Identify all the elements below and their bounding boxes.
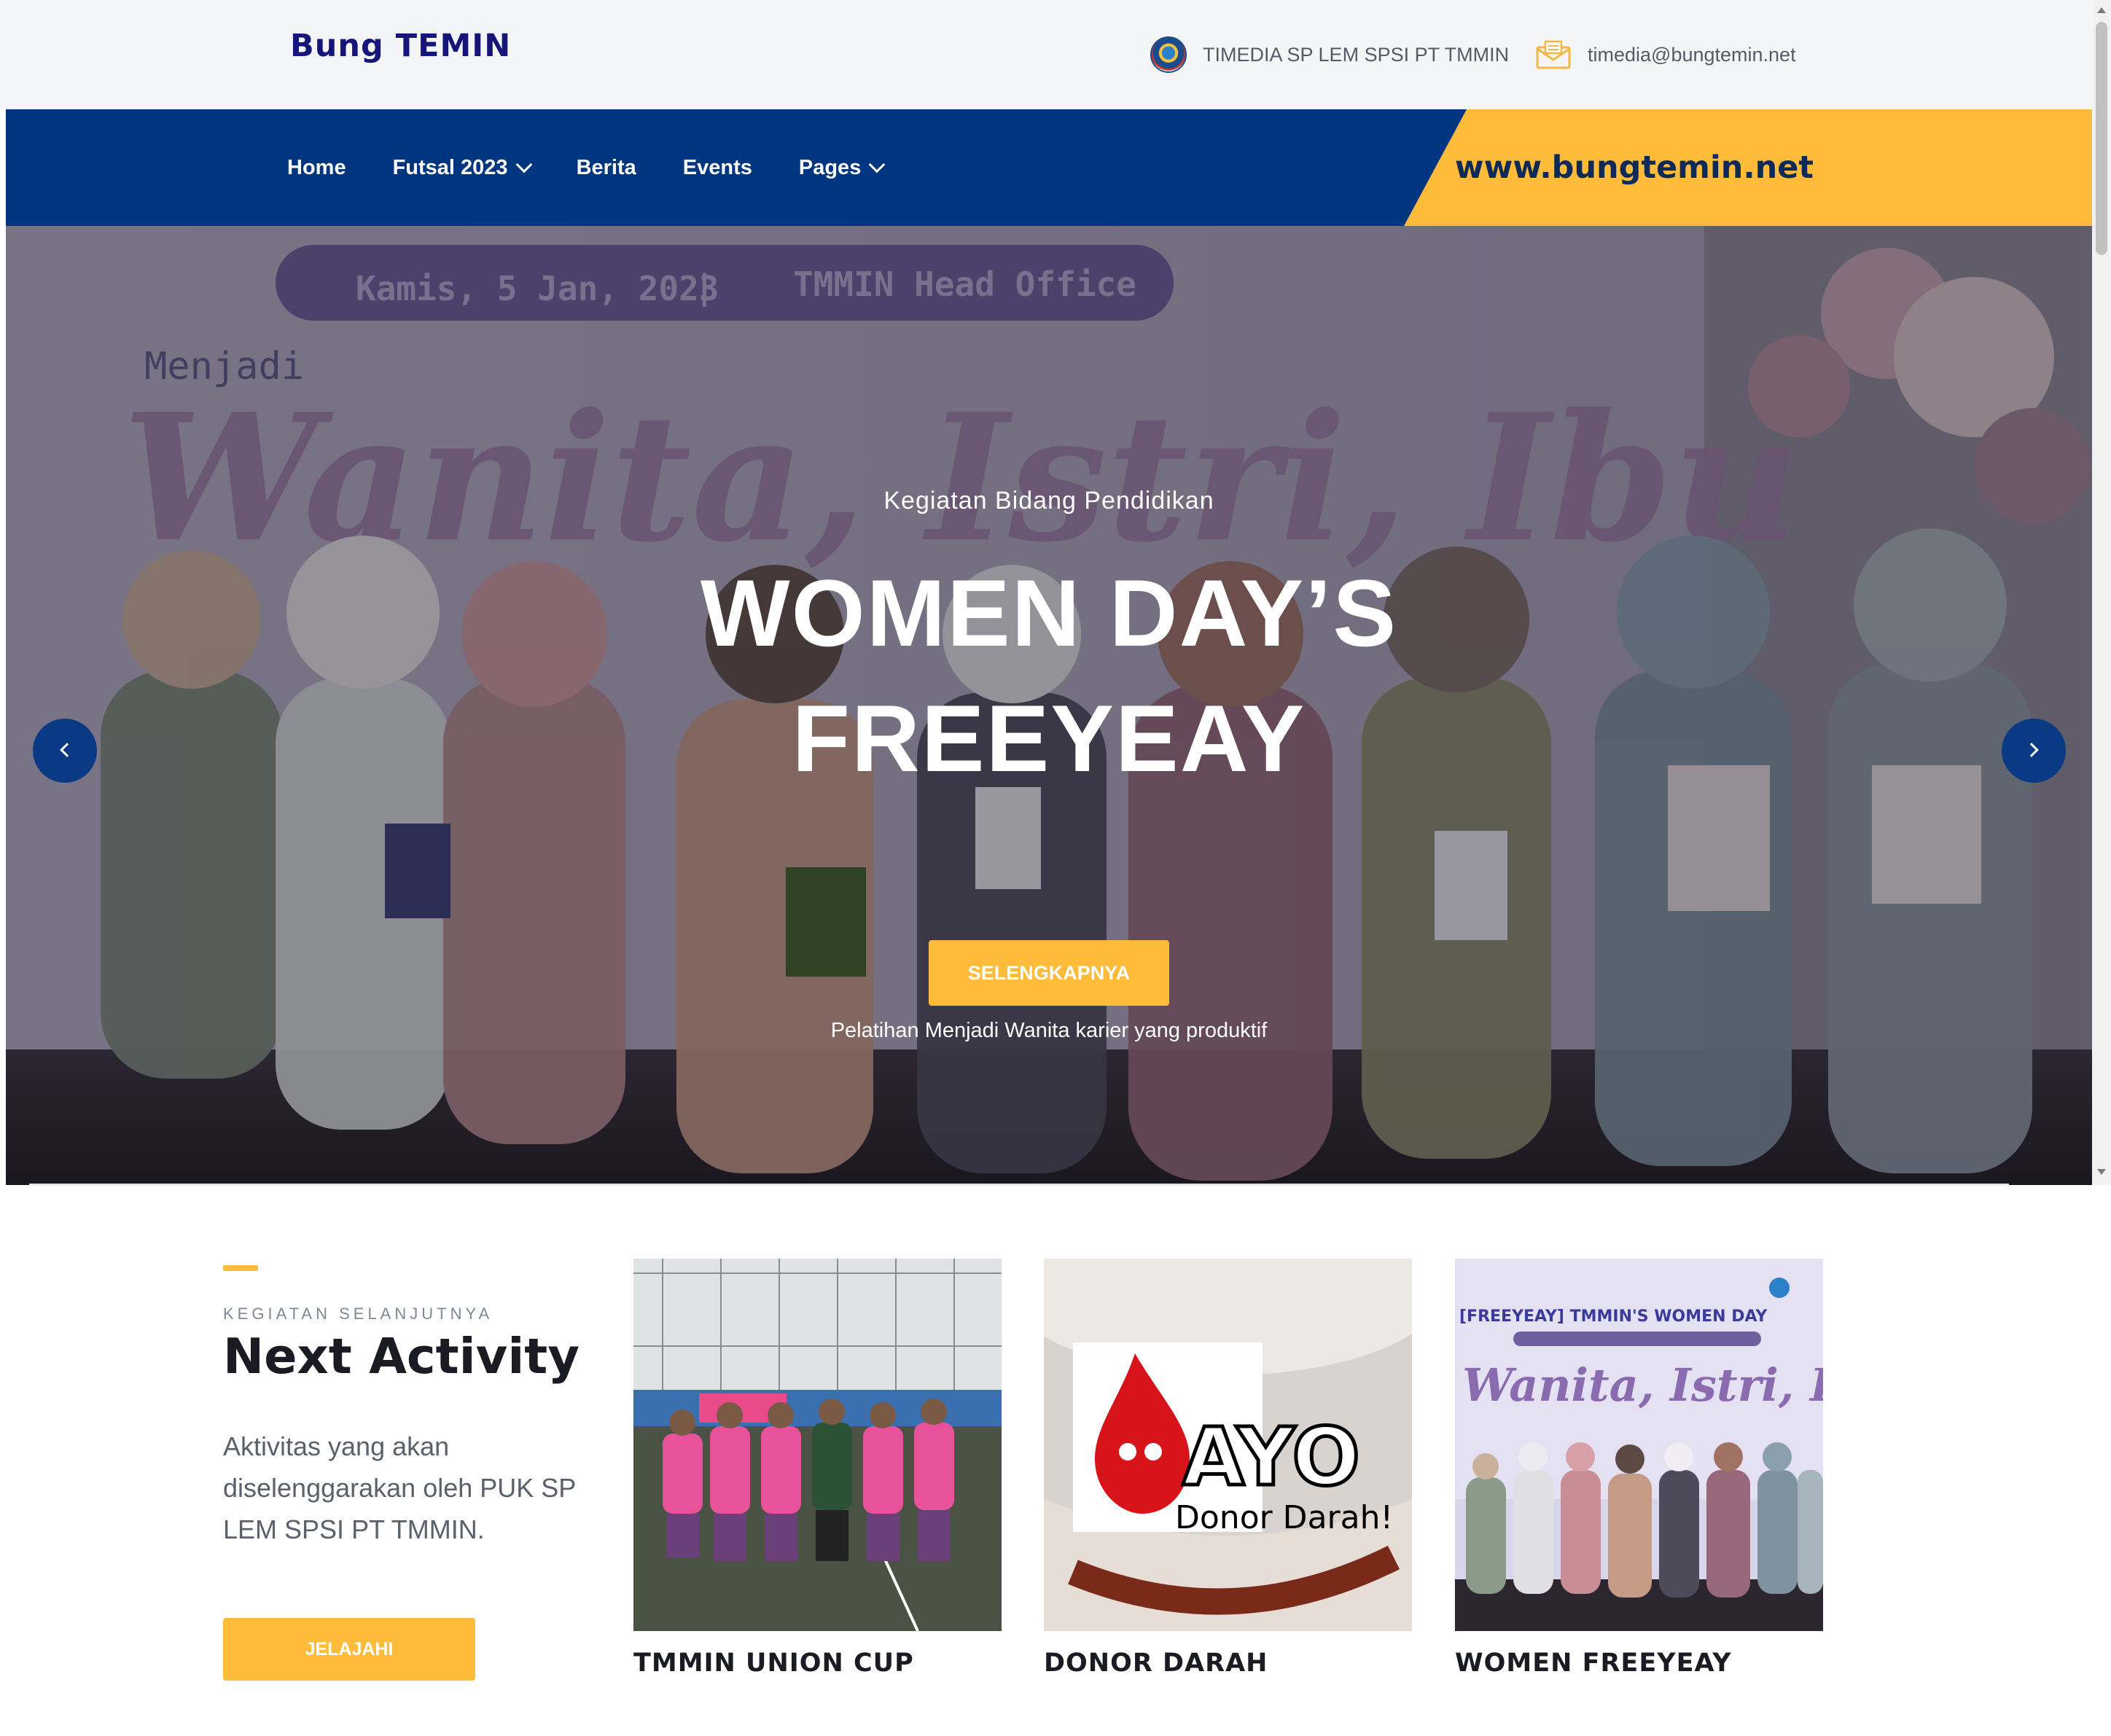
union-cup-photo [633, 1259, 1002, 1631]
nav-home-label: Home [287, 155, 346, 179]
chevron-down-icon [869, 156, 886, 173]
envelope-icon [1536, 40, 1571, 69]
nav-pages[interactable]: Pages [798, 155, 886, 180]
hero-title: WOMEN DAY’S FREEYEAY [6, 550, 2092, 801]
activity-card-image[interactable]: AYO Donor Darah! [1044, 1259, 1412, 1631]
scrollbar-thumb[interactable] [2096, 22, 2107, 255]
nav-futsal-label: Futsal 2023 [392, 155, 508, 179]
donor-overlay-small: Donor Darah! [1175, 1499, 1393, 1536]
email-contact[interactable]: timedia@bungtemin.net [1535, 0, 1796, 109]
nav-berita[interactable]: Berita [577, 156, 636, 180]
org-contact: TIMEDIA SP LEM SPSI PT TMMIN [1150, 0, 1509, 109]
org-name: TIMEDIA SP LEM SPSI PT TMMIN [1203, 43, 1510, 66]
scroll-down-arrow-icon[interactable] [2097, 1169, 2106, 1175]
chevron-right-icon [2024, 743, 2039, 757]
hero-slider: Kamis, 5 Jan, 2023 | TMMIN Head Office M… [6, 226, 2092, 1185]
activity-card-donor-darah: AYO Donor Darah! DONOR DARAH [1044, 1259, 1412, 1678]
women-freeyeay-photo: [FREEYEAY] TMMIN'S WOMEN DAY Wanita, Ist… [1455, 1259, 1823, 1631]
hero-divider [29, 1184, 2009, 1186]
activity-description: Aktivitas yang akan diselenggarakan oleh… [223, 1431, 576, 1544]
activity-card-title[interactable]: WOMEN FREEYEAY [1455, 1649, 1823, 1678]
section-accent-line [223, 1265, 258, 1271]
page-scrollbar[interactable] [2092, 0, 2111, 1185]
chevron-down-icon [515, 156, 532, 173]
site-url-badge[interactable]: www.bungtemin.net [1404, 109, 2092, 226]
hero-title-line-1: WOMEN DAY’S [700, 560, 1398, 666]
org-logo-icon [1150, 36, 1187, 73]
hero-subtitle: Kegiatan Bidang Pendidikan [883, 487, 1214, 515]
nav-menu: Home Futsal 2023 Berita Events Pages [287, 109, 886, 226]
slider-next-button[interactable] [2002, 719, 2066, 783]
site-logo[interactable]: Bung TEMIN [290, 28, 511, 64]
email-text[interactable]: timedia@bungtemin.net [1588, 44, 1796, 66]
explore-button[interactable]: JELAJAHI [223, 1618, 475, 1681]
nav-berita-label: Berita [576, 155, 636, 179]
scroll-up-arrow-icon[interactable] [2097, 7, 2106, 13]
activity-card-union-cup: TMMIN UNION CUP [633, 1259, 1002, 1678]
hero-read-more-button[interactable]: SELENGKAPNYA [929, 940, 1169, 1006]
activity-card-women-freeyeay: [FREEYEAY] TMMIN'S WOMEN DAY Wanita, Ist… [1455, 1259, 1823, 1678]
chevron-left-icon [60, 743, 74, 757]
site-url-text: www.bungtemin.net [1454, 149, 1814, 186]
freeyeay-overlay-title: [FREEYEAY] TMMIN'S WOMEN DAY [1459, 1307, 1768, 1326]
nav-home[interactable]: Home [287, 156, 346, 180]
top-bar: Bung TEMIN TIMEDIA SP LEM SPSI PT TMMIN … [0, 0, 2092, 109]
activity-card-image[interactable]: [FREEYEAY] TMMIN'S WOMEN DAY Wanita, Ist… [1455, 1259, 1823, 1631]
nav-pages-label: Pages [798, 155, 862, 179]
nav-events-label: Events [682, 155, 752, 179]
nav-events[interactable]: Events [683, 156, 752, 180]
donor-darah-photo: AYO Donor Darah! [1044, 1259, 1412, 1631]
activity-card-title[interactable]: DONOR DARAH [1044, 1649, 1412, 1678]
hero-title-line-2: FREEYEAY [792, 685, 1306, 791]
activity-title: Next Activity [223, 1328, 580, 1385]
activity-card-image[interactable] [633, 1259, 1002, 1631]
slider-prev-button[interactable] [33, 719, 97, 783]
nav-futsal-2023[interactable]: Futsal 2023 [392, 155, 532, 180]
activity-kicker: KEGIATAN SELANJUTNYA [223, 1305, 493, 1323]
donor-overlay-big: AYO [1182, 1410, 1360, 1504]
activity-card-title[interactable]: TMMIN UNION CUP [633, 1649, 1002, 1678]
hero-description: Pelatihan Menjadi Wanita karier yang pro… [830, 1019, 1268, 1042]
freeyeay-overlay-script: Wanita, Istri, Ibu [1462, 1358, 1823, 1412]
main-navigation: Home Futsal 2023 Berita Events Pages www… [6, 109, 2092, 226]
